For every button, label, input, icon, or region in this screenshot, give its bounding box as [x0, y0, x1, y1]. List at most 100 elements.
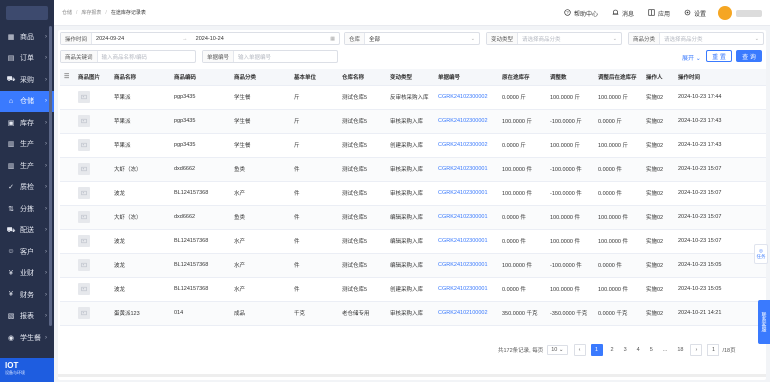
table-cell: 水产: [230, 181, 290, 206]
table-row[interactable]: 波龙 BL124157368 水产件测试仓库5 审核采购入库 CGRK241023000…: [60, 181, 766, 206]
sidebar-item-label: 分拣: [20, 205, 34, 213]
chevron-right-icon: ›: [45, 184, 47, 191]
table-row[interactable]: 大虾（冻） dxd6662 鱼类件测试仓库5 审核采购入库 CGRK2410230000…: [60, 157, 766, 182]
doc-no-link[interactable]: CGRK24102300001: [434, 277, 498, 302]
warehouse-select[interactable]: 仓库 全部 ⌄: [344, 32, 480, 45]
sidebar-item-label: 财务: [20, 291, 34, 299]
table-cell: 0.0000 件: [594, 181, 642, 206]
table-row[interactable]: 大虾（冻） dxd6662 鱼类件测试仓库5 编辑采购入库 CGRK2410230000…: [60, 205, 766, 230]
table-row[interactable]: 波龙 BL124157368 水产件测试仓库5 编辑采购入库 CGRK241023000…: [60, 253, 766, 278]
chevron-right-icon: ›: [45, 205, 47, 212]
table-row[interactable]: 苹果派 pgp3435 学生餐斤测试仓库5 创建采购入库 CGRK24102300002…: [60, 133, 766, 158]
page-number[interactable]: 3: [624, 347, 627, 353]
messages-button[interactable]: 消息: [612, 9, 634, 18]
keyword-input[interactable]: 商品关键词 输入商品名称/编码: [60, 50, 196, 63]
doc-no-link[interactable]: CGRK24102300002: [434, 85, 498, 110]
category-select[interactable]: 商品分类 请选择商品分类 ⌄: [628, 32, 764, 45]
help-center-button[interactable]: ? 帮助中心: [564, 8, 598, 18]
table-row[interactable]: 苹果派 pgp3435 学生餐斤测试仓库5 反审核采购入库 CGRK2410230000…: [60, 85, 766, 110]
table-horizontal-scrollbar[interactable]: [58, 374, 766, 377]
gear-icon: [684, 9, 691, 18]
warehouse-label: 仓库: [345, 33, 366, 44]
doc-no-link[interactable]: CGRK24102100002: [434, 301, 498, 326]
iot-entry[interactable]: IOT 设备与环境: [0, 358, 54, 382]
sidebar-item[interactable]: ▥ 生产 ›: [0, 155, 54, 177]
doc-no-link[interactable]: CGRK24102300002: [434, 133, 498, 158]
row-spacer: [60, 109, 74, 134]
table-cell: 大虾（冻）: [110, 205, 170, 230]
date-start[interactable]: 2024-09-24: [92, 36, 128, 42]
apps-button[interactable]: 应用: [648, 8, 670, 18]
sidebar-item[interactable]: ▥ 生产 ›: [0, 134, 54, 156]
jump-page-input[interactable]: 1: [707, 344, 720, 356]
table-cell: 苹果派: [110, 133, 170, 158]
prev-page-button[interactable]: ‹: [573, 344, 586, 356]
doc-no-link[interactable]: CGRK24102300001: [434, 229, 498, 254]
sidebar-scrollbar[interactable]: [49, 26, 52, 326]
sidebar-item[interactable]: ☺ 客户 ›: [0, 241, 54, 263]
op-time-range[interactable]: 操作时间 2024-09-24 → 2024-10-24 ▦: [60, 32, 340, 45]
sidebar-item[interactable]: ▦ 商品 ›: [0, 26, 54, 48]
sidebar-item[interactable]: ⛟ 采购 ›: [0, 69, 54, 91]
sidebar-item-label: 业财: [20, 270, 34, 278]
page-number[interactable]: 2: [611, 347, 614, 353]
page-size-select[interactable]: 10 ⌄: [547, 345, 568, 355]
date-end[interactable]: 2024-10-24: [192, 36, 228, 42]
page-number[interactable]: 5: [650, 347, 653, 353]
chevron-right-icon: ›: [45, 334, 47, 341]
table-row[interactable]: 苹果派 pgp3435 学生餐斤测试仓库5 审核采购入库 CGRK24102300002…: [60, 109, 766, 134]
sidebar-item[interactable]: ✓ 质检 ›: [0, 177, 54, 199]
box-icon: ▣: [7, 119, 15, 127]
breadcrumb-item[interactable]: 库存报表: [81, 9, 101, 16]
sidebar-item[interactable]: ⌂ 仓储 ›: [0, 90, 54, 112]
breadcrumb-item[interactable]: 仓储: [62, 9, 72, 16]
next-page-button[interactable]: ›: [690, 344, 703, 356]
avatar[interactable]: [718, 6, 732, 20]
change-type-select[interactable]: 变动类型 请选择商品分类 ⌄: [486, 32, 622, 45]
truck-icon: ⛟: [6, 226, 16, 234]
task-float-button[interactable]: ◎ 任务: [754, 244, 768, 264]
row-spacer: [60, 229, 74, 254]
table-cell: 2024-10-23 15:07: [674, 229, 766, 254]
doc-no-input[interactable]: 单据编号 输入单据编号: [202, 50, 338, 63]
chevron-right-icon: ›: [45, 98, 47, 105]
doc-no-link[interactable]: CGRK24102300001: [434, 181, 498, 206]
column-settings-icon[interactable]: ☰: [60, 69, 74, 86]
table-row[interactable]: 波龙 BL124157368 水产件测试仓库5 编辑采购入库 CGRK241023000…: [60, 229, 766, 254]
table-cell: 测试仓库5: [338, 229, 386, 254]
doc-no-link[interactable]: CGRK24102300001: [434, 253, 498, 278]
sidebar-item[interactable]: ▧ 报表 ›: [0, 306, 54, 328]
col-header: 调整数: [546, 69, 594, 86]
user-name-blurred[interactable]: [736, 9, 762, 17]
factory-icon: ▥: [7, 141, 15, 149]
table-row[interactable]: 蛋黄派123 014 成品 千克 老仓储专用 审核采购入库 CGRK24102100002 3…: [60, 301, 766, 326]
reset-button[interactable]: 重 置: [706, 50, 732, 62]
sidebar-item[interactable]: ▣ 库存 ›: [0, 112, 54, 134]
sidebar-item[interactable]: ◉ 学生餐 ›: [0, 327, 54, 349]
page-number[interactable]: 4: [637, 347, 640, 353]
doc-no-link[interactable]: CGRK24102300001: [434, 157, 498, 182]
page-number: ...: [662, 347, 668, 353]
expand-button[interactable]: 展开 ⌄: [682, 53, 701, 62]
settings-button[interactable]: 设置: [684, 9, 706, 18]
keyword-placeholder: 输入商品名称/编码: [101, 54, 148, 61]
image-placeholder-icon: [78, 307, 90, 319]
iot-subtitle: 设备与环境: [5, 370, 25, 375]
table-row[interactable]: 波龙 BL124157368 水产件测试仓库5 创建采购入库 CGRK241023000…: [60, 277, 766, 302]
doc-no-link[interactable]: CGRK24102300001: [434, 205, 498, 230]
row-spacer: [60, 157, 74, 182]
page-number[interactable]: 18: [677, 347, 683, 353]
col-header: 商品图片: [74, 69, 110, 86]
doc-no-link[interactable]: CGRK24102300002: [434, 109, 498, 134]
sidebar-item[interactable]: ¥ 财务 ›: [0, 284, 54, 306]
sidebar-item[interactable]: ⛟ 配送 ›: [0, 220, 54, 242]
page-number[interactable]: 1: [590, 344, 603, 356]
sidebar-item[interactable]: ¥ 业财 ›: [0, 263, 54, 285]
contact-support-button[interactable]: 联系客服: [758, 300, 770, 344]
date-separator: →: [182, 35, 188, 42]
sidebar-item[interactable]: ▤ 订单 ›: [0, 48, 54, 70]
query-button[interactable]: 查 询: [736, 50, 762, 62]
sidebar-item[interactable]: ⇅ 分拣 ›: [0, 198, 54, 220]
chevron-right-icon: ›: [45, 270, 47, 277]
row-spacer: [60, 301, 74, 326]
